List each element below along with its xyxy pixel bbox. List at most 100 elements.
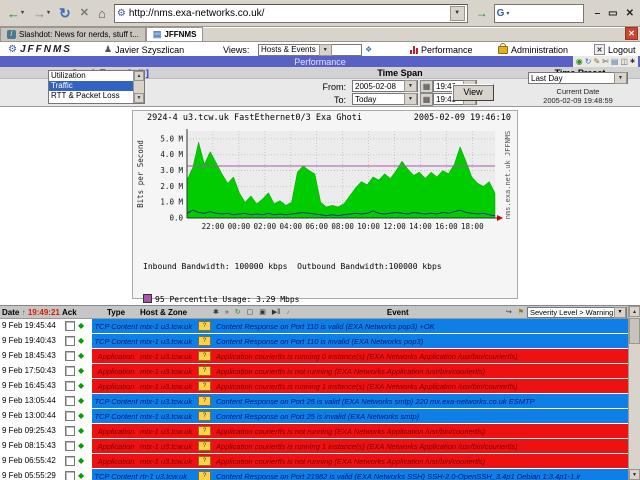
ack-checkbox[interactable] xyxy=(65,336,75,346)
window-icon[interactable]: ▤ xyxy=(611,57,619,67)
tab-slashdot[interactable]: / Slashdot: News for nerds, stuff t... xyxy=(0,27,146,41)
to-calendar-icon[interactable]: ▦ xyxy=(420,93,433,106)
event-host[interactable]: mtx-1 u3.tcw.uk xyxy=(140,457,198,466)
event-detail-icon[interactable]: ? xyxy=(198,366,211,376)
back-button[interactable]: ← ▾ xyxy=(4,5,27,22)
scroll-up-icon[interactable]: ▲ xyxy=(629,306,640,317)
event-host[interactable]: mtx-1 u3.tcw.uk xyxy=(140,382,198,391)
forward-button[interactable]: → ▾ xyxy=(30,5,53,22)
ack-diamond-icon[interactable]: ◆ xyxy=(78,412,84,420)
chevron-down-icon[interactable]: ▼ xyxy=(318,43,332,56)
events-scrollbar[interactable]: ▲ ▼ xyxy=(628,306,640,480)
col-date[interactable]: Date ↑ 19:49:21 xyxy=(0,308,62,317)
event-detail-icon[interactable]: ? xyxy=(198,471,211,480)
restore-button[interactable]: ▭ xyxy=(608,8,617,19)
ack-diamond-icon[interactable]: ◆ xyxy=(78,472,84,480)
url-dropdown-icon[interactable]: ▼ xyxy=(449,5,465,21)
event-detail-icon[interactable]: ? xyxy=(198,321,211,331)
edit-icon[interactable]: ✎ xyxy=(593,57,600,67)
close-button[interactable]: ✕ xyxy=(626,8,634,19)
ack-diamond-icon[interactable]: ◆ xyxy=(78,397,84,405)
event-detail-icon[interactable]: ? xyxy=(198,441,211,451)
ack-diamond-icon[interactable]: ◆ xyxy=(78,382,84,390)
graph-type-option[interactable]: Traffic xyxy=(49,81,133,91)
tab-jffnms[interactable]: ▤ JFFNMS xyxy=(145,27,204,41)
chevron-down-icon[interactable]: ▼ xyxy=(404,93,417,105)
sound-icon[interactable]: ♪ xyxy=(286,309,290,316)
ack-checkbox[interactable] xyxy=(65,366,75,376)
search-input[interactable]: G ▾ xyxy=(493,3,584,23)
expand-icon[interactable]: » xyxy=(225,309,229,316)
event-host[interactable]: mtx-1 u3.tcw.uk xyxy=(140,442,198,451)
search-dropdown-icon[interactable]: ▾ xyxy=(506,10,509,17)
col-type[interactable]: Type xyxy=(92,308,140,317)
search-engine-icon[interactable]: G xyxy=(497,8,505,19)
severity-filter-select[interactable]: Severity Level > Warning ▼ xyxy=(527,306,627,318)
ack-diamond-icon[interactable]: ◆ xyxy=(78,442,84,450)
event-detail-icon[interactable]: ? xyxy=(198,411,211,421)
time-preset-select[interactable]: Last Day ▼ xyxy=(528,72,628,84)
ack-checkbox[interactable] xyxy=(65,321,75,331)
event-host[interactable]: mtx-1 u3.tcw.uk xyxy=(140,337,198,346)
chevron-down-icon[interactable]: ▼ xyxy=(404,80,417,92)
stop-button[interactable]: ✕ xyxy=(77,5,92,22)
nav-administration[interactable]: Administration xyxy=(498,42,568,56)
options-icon[interactable]: ✱ xyxy=(630,57,635,67)
status-icon[interactable]: ◉ xyxy=(576,57,583,67)
listbox-scrollbar[interactable]: ▲ ▼ xyxy=(133,71,144,103)
select-all-icon[interactable]: ✱ xyxy=(213,308,219,316)
col-host[interactable]: Host & Zone xyxy=(140,308,210,317)
ack-diamond-icon[interactable]: ◆ xyxy=(78,322,84,330)
event-host[interactable]: mtx-1 u3.tcw.uk xyxy=(140,352,198,361)
event-host[interactable]: mtx-1 u3.tcw.uk xyxy=(140,397,198,406)
refresh-icon[interactable]: ↻ xyxy=(235,308,241,316)
event-detail-icon[interactable]: ? xyxy=(198,381,211,391)
from-date-select[interactable]: 2005-02-08 ▼ xyxy=(352,80,418,92)
graph-type-listbox[interactable]: Utilization Traffic RTT & Packet Loss ▲ ▼ xyxy=(48,70,145,104)
export-icon[interactable]: ◫ xyxy=(620,57,628,67)
views-go-icon[interactable]: ❖ xyxy=(365,45,372,54)
app-brand[interactable]: ⚙ JFFNMS xyxy=(8,43,72,56)
url-text[interactable]: http://nms.exa-networks.co.uk/ xyxy=(129,8,447,19)
col-ack[interactable]: Ack xyxy=(62,308,92,317)
col-event[interactable]: Event xyxy=(293,308,503,317)
current-user[interactable]: ♟ Javier Szyszlican xyxy=(104,43,184,56)
refresh-icon[interactable]: ↻ xyxy=(585,57,592,67)
ack-checkbox[interactable] xyxy=(65,351,75,361)
chevron-down-icon[interactable]: ▼ xyxy=(614,306,626,318)
forward-dropdown-icon[interactable]: ▾ xyxy=(47,7,50,20)
ack-diamond-icon[interactable]: ◆ xyxy=(78,337,84,345)
ack-diamond-icon[interactable]: ◆ xyxy=(78,352,84,360)
event-host[interactable]: mtx-1 u3.tcw.uk xyxy=(140,322,198,331)
nav-logout[interactable]: ✕ Logout xyxy=(594,43,636,56)
autorefresh-pause-icon[interactable]: ▶‖ xyxy=(272,308,280,316)
event-host[interactable]: mtx-1 u3.tcw.uk xyxy=(140,367,198,376)
ack-checkbox[interactable] xyxy=(65,396,75,406)
event-detail-icon[interactable]: ? xyxy=(198,456,211,466)
scroll-down-icon[interactable]: ▼ xyxy=(134,93,144,103)
ack-checkbox[interactable] xyxy=(65,441,75,451)
view-button[interactable]: View xyxy=(452,84,494,101)
filter-icon[interactable]: ⚑ xyxy=(518,308,524,316)
nav-performance[interactable]: Performance xyxy=(410,43,473,56)
ack-checkbox[interactable] xyxy=(65,411,75,421)
ack-diamond-icon[interactable]: ◆ xyxy=(78,457,84,465)
url-bar[interactable]: ⚙ http://nms.exa-networks.co.uk/ ▼ xyxy=(113,3,468,23)
reload-button[interactable]: ↻ xyxy=(56,5,74,22)
close-tab-button[interactable]: ✕ xyxy=(625,27,638,40)
scrollbar-thumb[interactable] xyxy=(629,318,640,344)
ack-checkbox[interactable] xyxy=(65,456,75,466)
popup-icon[interactable]: ↪ xyxy=(506,308,512,316)
event-detail-icon[interactable]: ? xyxy=(198,336,211,346)
window-small-icon[interactable]: ▢ xyxy=(247,308,254,316)
scroll-down-icon[interactable]: ▼ xyxy=(629,469,640,480)
from-calendar-icon[interactable]: ▦ xyxy=(420,80,433,93)
event-detail-icon[interactable]: ? xyxy=(198,351,211,361)
sort-asc-icon[interactable]: ↑ xyxy=(22,308,26,317)
event-detail-icon[interactable]: ? xyxy=(198,396,211,406)
ack-checkbox[interactable] xyxy=(65,426,75,436)
event-host[interactable]: rtr-1 u3.tcw.uk xyxy=(140,472,198,480)
home-button[interactable]: ⌂ xyxy=(95,5,109,22)
go-button[interactable]: → xyxy=(473,6,491,21)
scroll-up-icon[interactable]: ▲ xyxy=(134,71,144,81)
